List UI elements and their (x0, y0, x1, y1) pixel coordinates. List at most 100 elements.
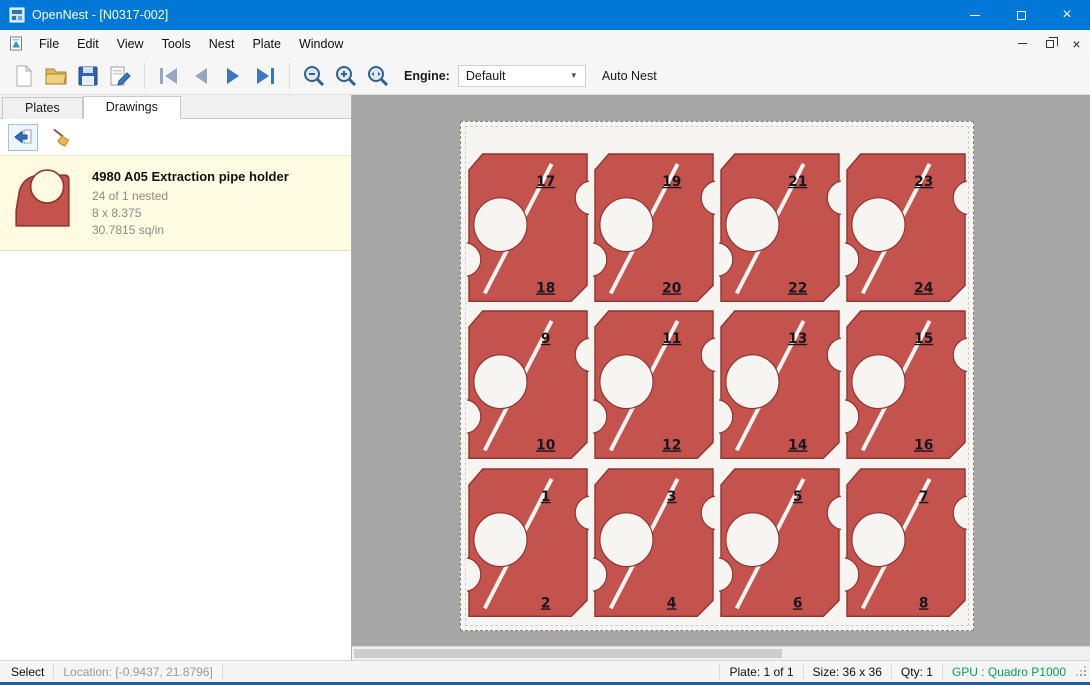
mdi-minimize-button[interactable] (1009, 30, 1036, 57)
menu-edit[interactable]: Edit (68, 32, 108, 56)
part-number-top: 23 (914, 174, 933, 190)
nested-part-pair[interactable]: 11 12 (593, 309, 715, 460)
nest-arrow-icon (13, 128, 33, 146)
minimize-icon (970, 15, 980, 16)
status-separator (53, 664, 54, 679)
part-number-top: 19 (662, 174, 681, 190)
maximize-button[interactable] (998, 0, 1044, 30)
go-last-icon (252, 65, 278, 87)
part-number-bottom: 20 (662, 280, 681, 296)
scrollbar-thumb[interactable] (354, 649, 782, 658)
nested-part-pair[interactable]: 34 (593, 467, 715, 618)
clear-button[interactable] (46, 124, 76, 151)
document-icon (9, 36, 24, 51)
horizontal-scrollbar[interactable] (352, 646, 1090, 660)
title-bar: OpenNest - [N0317-002] × (0, 0, 1090, 30)
nested-part-pair[interactable]: 1718 (467, 152, 589, 303)
menu-bar: File Edit View Tools Nest Plate Window × (0, 30, 1090, 57)
tab-strip: Plates Drawings (0, 95, 351, 119)
status-separator (891, 664, 892, 679)
go-last-button[interactable] (249, 60, 281, 92)
status-location: Location: [-0.9437, 21.8796] (63, 665, 212, 679)
auto-nest-button[interactable]: Auto Nest (602, 69, 657, 83)
toolbar-separator (144, 63, 145, 89)
zoom-fit-button[interactable] (362, 60, 394, 92)
part-number-top: 9 (541, 331, 551, 347)
menu-nest[interactable]: Nest (200, 32, 244, 56)
nested-part-pair[interactable]: 2122 (719, 152, 841, 303)
status-plate: Plate: 1 of 1 (729, 665, 793, 679)
mdi-close-button[interactable]: × (1063, 30, 1090, 57)
new-file-icon (13, 64, 35, 88)
open-button[interactable] (40, 60, 72, 92)
drawing-list-item[interactable]: 4980 A05 Extraction pipe holder 24 of 1 … (0, 155, 351, 251)
resize-grip[interactable] (1074, 664, 1090, 680)
zoom-in-icon (334, 64, 358, 88)
go-first-button[interactable] (153, 60, 185, 92)
part-number-top: 17 (536, 174, 555, 190)
menu-window[interactable]: Window (290, 32, 352, 56)
mdi-restore-button[interactable] (1036, 30, 1063, 57)
part-number-bottom: 6 (793, 595, 803, 611)
part-number-bottom: 8 (919, 595, 929, 611)
part-number-bottom: 14 (788, 438, 807, 454)
drawing-area: 30.7815 sq/in (92, 222, 289, 239)
status-separator (803, 664, 804, 679)
engine-label: Engine: (404, 69, 450, 83)
nested-part-pair[interactable]: 78 (845, 467, 967, 618)
nested-part-pair[interactable]: 1516 (845, 309, 967, 460)
menu-tools[interactable]: Tools (153, 32, 200, 56)
menu-file[interactable]: File (30, 32, 68, 56)
menu-plate[interactable]: Plate (243, 32, 290, 56)
maximize-icon (1017, 11, 1026, 20)
toolbar-separator (289, 63, 290, 89)
status-separator (942, 664, 943, 679)
nested-part-pair[interactable]: 910 (467, 309, 589, 460)
status-separator (222, 664, 223, 679)
new-button[interactable] (8, 60, 40, 92)
minimize-button[interactable] (952, 0, 998, 30)
save-icon (76, 64, 100, 88)
part-number-top: 21 (788, 174, 807, 190)
close-button[interactable]: × (1044, 0, 1090, 30)
part-number-bottom: 12 (662, 438, 681, 454)
menu-view[interactable]: View (108, 32, 153, 56)
engine-select[interactable]: Default ▼ (458, 65, 586, 87)
nested-part-pair[interactable]: 13 14 (719, 309, 841, 460)
zoom-out-icon (302, 64, 326, 88)
nested-part-pair[interactable]: 1920 (593, 152, 715, 303)
app-window: OpenNest - [N0317-002] × File Edit View … (0, 0, 1090, 685)
part-number-bottom: 24 (914, 280, 933, 296)
nest-canvas[interactable]: 171819202122232491011121314151612345678 (352, 95, 1090, 660)
nested-part-pair[interactable]: 23 24 (845, 152, 967, 303)
save-as-button[interactable] (104, 60, 136, 92)
close-icon: × (1062, 7, 1071, 23)
zoom-out-button[interactable] (298, 60, 330, 92)
tab-drawings[interactable]: Drawings (83, 96, 181, 119)
part-number-bottom: 2 (541, 595, 551, 611)
status-gpu: GPU : Quadro P1000 (952, 665, 1066, 679)
part-thumbnail (10, 167, 76, 233)
app-icon (9, 7, 25, 23)
save-button[interactable] (72, 60, 104, 92)
status-size: Size: 36 x 36 (813, 665, 882, 679)
nested-part-pair[interactable]: 56 (719, 467, 841, 618)
content-area: Plates Drawings (0, 95, 1090, 660)
save-as-icon (108, 64, 132, 88)
nested-part-pair[interactable]: 12 (467, 467, 589, 618)
status-mode: Select (0, 665, 44, 679)
drawing-nested-count: 24 of 1 nested (92, 188, 289, 205)
go-previous-button[interactable] (185, 60, 217, 92)
send-to-nest-button[interactable] (8, 124, 38, 151)
go-next-button[interactable] (217, 60, 249, 92)
part-number-top: 11 (662, 331, 681, 347)
part-number-bottom: 4 (667, 595, 677, 611)
chevron-down-icon: ▼ (570, 71, 578, 80)
tab-plates[interactable]: Plates (2, 97, 83, 119)
part-number-top: 5 (793, 488, 803, 504)
open-folder-icon (44, 64, 68, 88)
part-number-top: 13 (788, 331, 807, 347)
zoom-in-button[interactable] (330, 60, 362, 92)
mdi-close-icon: × (1072, 37, 1080, 51)
plate-parts: 171819202122232491011121314151612345678 (460, 121, 974, 631)
